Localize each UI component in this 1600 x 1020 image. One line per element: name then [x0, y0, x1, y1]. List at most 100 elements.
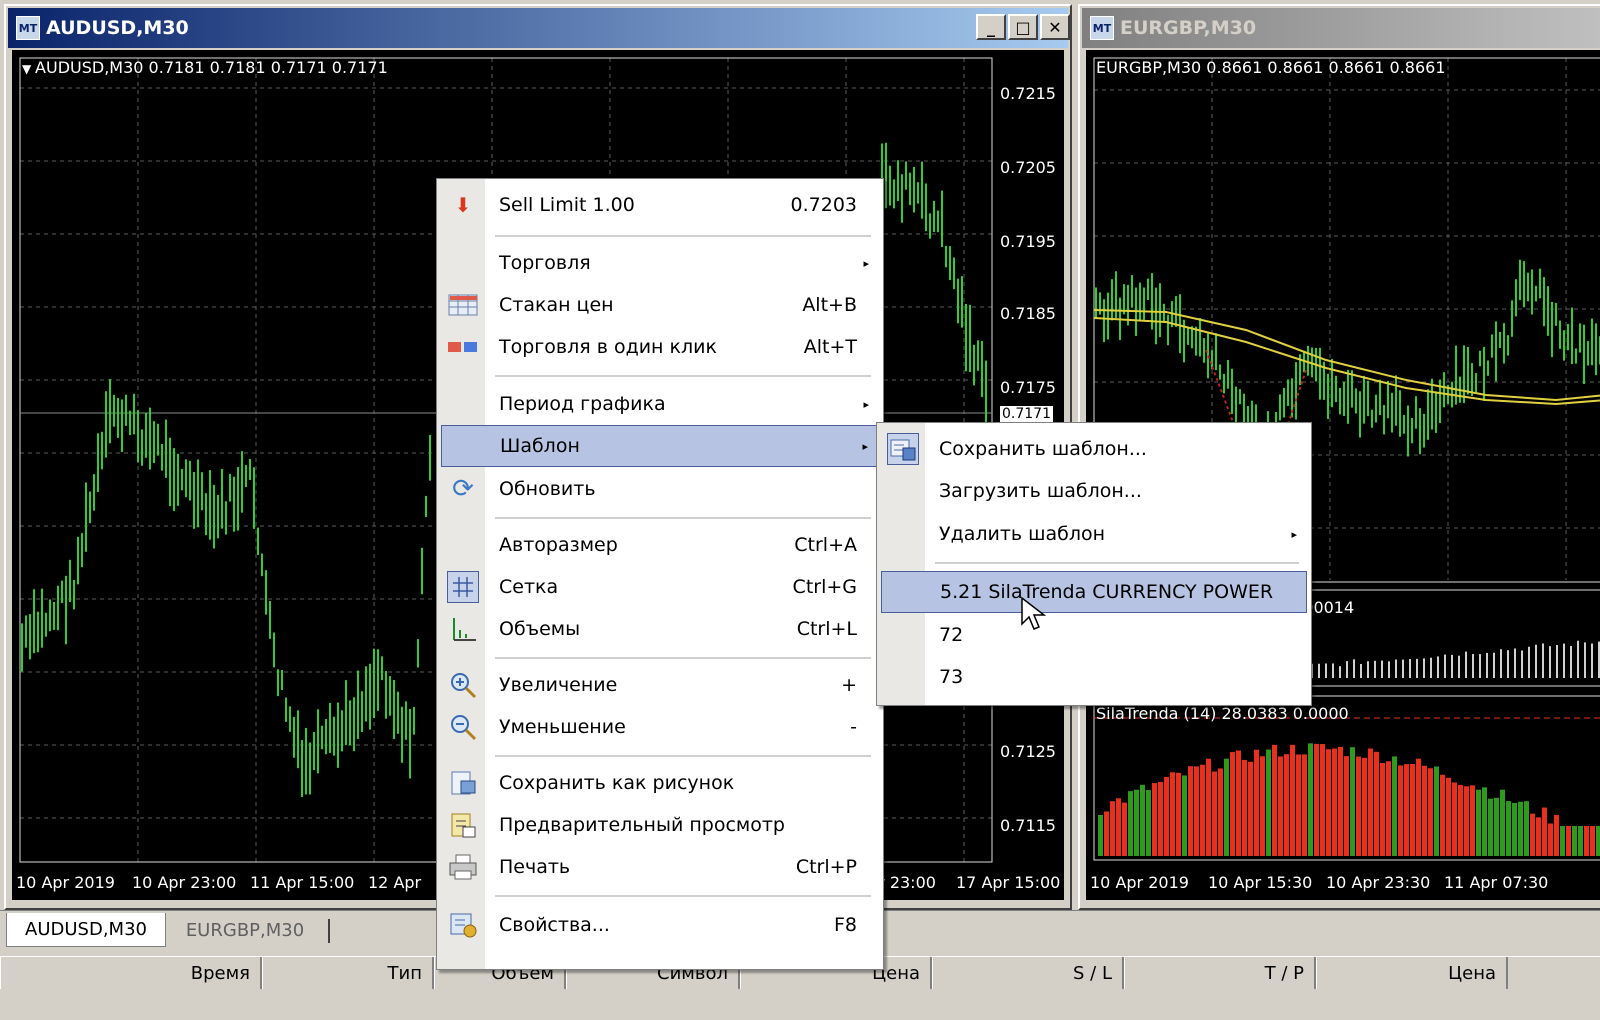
menu-item-refresh[interactable]: ⟳ Обновить	[441, 469, 879, 509]
menu-item-autoscroll[interactable]: Авторазмер Ctrl+A	[441, 525, 879, 565]
menu-item-chart-period[interactable]: Период графика ▸	[441, 384, 879, 424]
histogram-bar	[1170, 772, 1175, 856]
print-preview-icon	[447, 809, 479, 841]
menu-item-save-as-picture[interactable]: Сохранить как рисунок	[441, 763, 879, 803]
histogram-bar	[1320, 744, 1325, 856]
histogram-bar	[1434, 766, 1439, 856]
menu-item-one-click-trading[interactable]: Торговля в один клик Alt+T	[441, 327, 879, 367]
tab-divider	[328, 919, 330, 943]
histogram-bar	[1242, 759, 1247, 856]
histogram-bar	[1500, 789, 1505, 856]
menu-item-properties[interactable]: Свойства... F8	[441, 905, 879, 945]
menu-item-save-template[interactable]: Сохранить шаблон...	[881, 429, 1307, 469]
menu-item-volumes[interactable]: Объемы Ctrl+L	[441, 609, 879, 649]
menu-item-load-template[interactable]: Загрузить шаблон...	[881, 471, 1307, 511]
histogram-bar	[1206, 758, 1211, 856]
printer-icon	[447, 851, 479, 883]
maximize-button[interactable]: □	[1008, 14, 1038, 40]
menu-item-template-73[interactable]: 73	[881, 657, 1307, 697]
menu-separator	[495, 517, 871, 519]
price-tick-label: 0.7175	[1000, 378, 1056, 397]
column-header-sl[interactable]: S / L	[932, 957, 1124, 989]
histogram-bar	[1428, 768, 1433, 856]
window-title-bar[interactable]: MT EURGBP,M30	[1082, 8, 1600, 48]
histogram-bar	[1146, 790, 1151, 856]
histogram-bar	[1554, 814, 1559, 856]
zoom-in-icon	[447, 669, 479, 701]
histogram-bar	[1392, 756, 1397, 856]
histogram-bar	[1398, 765, 1403, 856]
menu-item-delete-template[interactable]: Удалить шаблон ▸	[881, 514, 1307, 554]
menu-item-zoom-in[interactable]: Увеличение +	[441, 665, 879, 705]
save-picture-icon	[447, 767, 479, 799]
menu-item-zoom-out[interactable]: Уменьшение -	[441, 707, 879, 747]
histogram-bar	[1278, 756, 1283, 856]
menu-separator	[935, 562, 1299, 564]
chart-context-menu: ⬇ Sell Limit 1.00 0.7203 Торговля ▸ Стак…	[436, 178, 884, 970]
histogram-bar	[1572, 826, 1577, 856]
histogram-bar	[1590, 826, 1595, 856]
histogram-bar	[1470, 785, 1475, 856]
price-tick-label: 0.7215	[1000, 84, 1056, 103]
histogram-bar	[1158, 781, 1163, 856]
collapse-triangle-icon[interactable]: ▼	[22, 62, 35, 76]
histogram-bar	[1386, 761, 1391, 856]
histogram-bar	[1566, 826, 1571, 856]
menu-item-trading[interactable]: Торговля ▸	[441, 243, 879, 283]
histogram-bar	[1308, 743, 1313, 856]
tab-audusd[interactable]: AUDUSD,M30	[6, 913, 166, 947]
column-header-price-current[interactable]: Цена	[1316, 957, 1508, 989]
histogram-bar	[1224, 758, 1229, 856]
histogram-bar	[1098, 815, 1103, 856]
histogram-bar	[1362, 757, 1367, 856]
menu-item-print[interactable]: Печать Ctrl+P	[441, 847, 879, 887]
sell-arrow-icon: ⬇	[454, 193, 472, 217]
submenu-arrow-icon: ▸	[1291, 527, 1297, 541]
histogram-bar	[1176, 772, 1181, 856]
menu-item-template-72[interactable]: 72	[881, 615, 1307, 655]
histogram-bar	[1476, 789, 1481, 856]
price-tick-label: 0.7185	[1000, 304, 1056, 323]
time-tick-label: 11 Apr 07:30	[1444, 873, 1549, 892]
menu-item-template[interactable]: Шаблон ▸	[441, 425, 879, 467]
window-title-bar[interactable]: MT AUDUSD,M30	[8, 8, 1068, 48]
submenu-arrow-icon: ▸	[862, 439, 868, 453]
zoom-out-icon	[447, 711, 479, 743]
histogram-bar	[1212, 771, 1217, 856]
price-tick-label: 0.7205	[1000, 158, 1056, 177]
column-header-tp[interactable]: T / P	[1124, 957, 1316, 989]
volumes-icon	[447, 613, 479, 645]
time-tick-label: 17 Apr 15:00	[956, 873, 1061, 892]
histogram-bar	[1152, 783, 1157, 856]
time-tick-label: 12 Apr	[368, 873, 422, 892]
histogram-bar	[1464, 786, 1469, 856]
menu-item-template-silatrenda[interactable]: 5.21 SilaTrenda CURRENCY POWER	[881, 571, 1307, 613]
histogram-bar	[1314, 743, 1319, 856]
column-header-type[interactable]: Тип	[262, 957, 434, 989]
histogram-bar	[1248, 761, 1253, 856]
menu-item-grid[interactable]: Сетка Ctrl+G	[441, 567, 879, 607]
histogram-bar	[1410, 763, 1415, 856]
menu-item-print-preview[interactable]: Предварительный просмотр	[441, 805, 879, 845]
histogram-bar	[1116, 798, 1121, 856]
histogram-bar	[1560, 826, 1565, 856]
histogram-bar	[1302, 754, 1307, 856]
menu-item-sell-limit[interactable]: ⬇ Sell Limit 1.00 0.7203	[441, 185, 879, 225]
histogram-bar	[1404, 764, 1409, 856]
histogram-bar	[1596, 826, 1600, 856]
mouse-pointer-icon	[1021, 596, 1047, 630]
submenu-arrow-icon: ▸	[863, 397, 869, 411]
histogram-bar	[1326, 749, 1331, 856]
tab-eurgbp[interactable]: EURGBP,M30	[170, 913, 320, 947]
minimize-button[interactable]: _	[976, 14, 1006, 40]
close-button[interactable]: ✕	[1040, 14, 1070, 40]
histogram-bar	[1506, 801, 1511, 856]
time-tick-label: 10 Apr 23:30	[1326, 873, 1431, 892]
histogram-bar	[1422, 765, 1427, 856]
menu-item-depth-of-market[interactable]: Стакан цен Alt+B	[441, 285, 879, 325]
chart-ohlc-text: AUDUSD,M30 0.7181 0.7181 0.7171 0.7171	[35, 58, 388, 77]
menu-separator	[495, 895, 871, 897]
menu-separator	[495, 755, 871, 757]
column-header-time[interactable]: Время	[0, 957, 262, 989]
histogram-bar	[1134, 789, 1139, 856]
